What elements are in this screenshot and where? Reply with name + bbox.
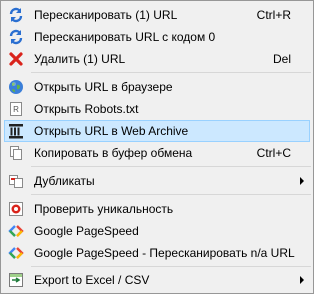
- delete-icon: [8, 51, 24, 67]
- menu-item-delete-url[interactable]: Удалить (1) URL Del: [4, 48, 310, 70]
- menu-separator: [31, 266, 311, 267]
- menu-item-label: Google PageSpeed: [34, 224, 139, 238]
- menu-item-copy-clipboard[interactable]: Копировать в буфер обмена Ctrl+C: [4, 142, 310, 164]
- menu-item-label: Google PageSpeed - Пересканировать n/a U…: [34, 246, 295, 260]
- menu-item-export-excel[interactable]: Export to Excel / CSV: [4, 269, 310, 291]
- menu-item-label: Пересканировать URL с кодом 0: [34, 30, 216, 44]
- menu-item-label: Дубликаты: [34, 174, 95, 188]
- duplicates-icon: [8, 173, 24, 189]
- menu-item-rescan-url[interactable]: Пересканировать (1) URL Ctrl+R: [4, 4, 310, 26]
- menu-item-label: Удалить (1) URL: [34, 52, 126, 66]
- menu-item-pagespeed-rescan[interactable]: Google PageSpeed - Пересканировать n/a U…: [4, 242, 310, 264]
- menu-item-duplicates[interactable]: Дубликаты: [4, 170, 310, 192]
- robots-txt-icon: R: [8, 101, 24, 117]
- shortcut-label: Ctrl+C: [256, 146, 291, 160]
- shortcut-label: Del: [272, 52, 291, 66]
- submenu-arrow-icon: [300, 276, 304, 284]
- uniqueness-icon: [8, 201, 24, 217]
- menu-item-open-web-archive[interactable]: Открыть URL в Web Archive: [4, 120, 310, 142]
- menu-separator: [31, 194, 311, 195]
- menu-item-label: Export to Excel / CSV: [34, 273, 150, 287]
- menu-item-google-pagespeed[interactable]: Google PageSpeed: [4, 220, 310, 242]
- submenu-arrow-icon: [300, 177, 304, 185]
- menu-item-rescan-code0[interactable]: Пересканировать URL с кодом 0: [4, 26, 310, 48]
- menu-item-label: Открыть URL в Web Archive: [34, 124, 189, 138]
- shortcut-label: Ctrl+R: [256, 8, 291, 22]
- menu-item-label: Открыть URL в браузере: [34, 80, 173, 94]
- pagespeed-icon: [8, 223, 24, 239]
- svg-text:R: R: [13, 105, 19, 114]
- rescan-icon: [8, 7, 24, 23]
- menu-item-label: Пересканировать (1) URL: [34, 8, 178, 22]
- rescan-code0-icon: [8, 29, 24, 45]
- web-archive-icon: [8, 123, 24, 139]
- menu-item-label: Копировать в буфер обмена: [34, 146, 193, 160]
- pagespeed-rescan-icon: [8, 245, 24, 261]
- globe-icon: [8, 79, 24, 95]
- export-excel-icon: [8, 272, 24, 288]
- menu-item-label: Проверить уникальность: [34, 202, 174, 216]
- menu-item-check-uniqueness[interactable]: Проверить уникальность: [4, 198, 310, 220]
- menu-separator: [31, 166, 311, 167]
- menu-separator: [31, 72, 311, 73]
- menu-item-open-in-browser[interactable]: Открыть URL в браузере: [4, 76, 310, 98]
- context-menu: Пересканировать (1) URL Ctrl+R Перескани…: [0, 0, 314, 294]
- copy-icon: [8, 145, 24, 161]
- menu-item-label: Открыть Robots.txt: [34, 102, 139, 116]
- menu-item-open-robots[interactable]: R Открыть Robots.txt: [4, 98, 310, 120]
